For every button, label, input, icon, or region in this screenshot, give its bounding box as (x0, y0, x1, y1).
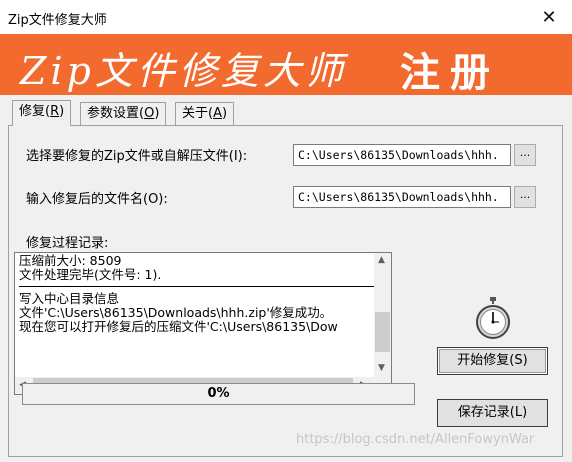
log-label: 修复过程记录: (26, 236, 109, 251)
title-bar: Zip文件修复大师 ✕ (0, 0, 572, 34)
scroll-up-icon[interactable]: ▲ (378, 255, 385, 265)
log-content: 压缩前大小: 8509 文件处理完毕(文件号: 1). 写入中心目录信息 文件'… (19, 254, 375, 376)
tab-label: 关于 (182, 106, 209, 121)
log-line: 压缩前大小: 8509 (19, 254, 122, 268)
save-log-button[interactable]: 保存记录(L) (437, 399, 548, 427)
stopwatch-icon (476, 297, 510, 339)
close-icon: ✕ (541, 6, 557, 28)
log-line: 现在您可以打开修复后的压缩文件'C:\Users\86135\Dow (19, 319, 338, 334)
source-browse-button[interactable]: ... (514, 144, 536, 166)
window-title: Zip文件修复大师 (8, 13, 107, 28)
tab-settings[interactable]: 参数设置(O) (80, 102, 167, 125)
log-textarea[interactable]: 压缩前大小: 8509 文件处理完毕(文件号: 1). 写入中心目录信息 文件'… (14, 252, 392, 395)
tab-about[interactable]: 关于(A) (175, 102, 235, 125)
banner-title: Zip文件修复大师 (20, 49, 347, 93)
dest-file-input[interactable]: C:\Users\86135\Downloads\hhh. (293, 186, 511, 208)
tab-accel: R (50, 104, 60, 119)
dest-file-label: 输入修复后的文件名(O): (26, 192, 168, 207)
source-file-input[interactable]: C:\Users\86135\Downloads\hhh. (293, 144, 511, 166)
close-button[interactable]: ✕ (526, 0, 572, 34)
dest-browse-button[interactable]: ... (514, 186, 536, 208)
scroll-thumb[interactable] (375, 312, 390, 352)
start-repair-button[interactable]: 开始修复(S) (437, 347, 548, 375)
log-separator (19, 286, 375, 287)
banner: Zip文件修复大师 注册 (0, 34, 572, 98)
source-file-label: 选择要修复的Zip文件或自解压文件(I): (26, 149, 248, 164)
progress-text: 0% (207, 386, 230, 401)
tab-accel: A (213, 106, 222, 121)
window-body: Zip文件修复大师 注册 修复(R) 参数设置(O) 关于(A) 选择要修复的Z… (0, 34, 572, 462)
watermark: https://blog.csdn.net/AllenFowynWar (296, 432, 535, 447)
register-link[interactable]: 注册 (400, 40, 500, 98)
scroll-down-icon[interactable]: ▼ (378, 363, 385, 373)
log-line: 文件'C:\Users\86135\Downloads\hhh.zip'修复成功… (19, 305, 333, 320)
tab-label: 修复 (19, 104, 46, 119)
log-vertical-scrollbar[interactable]: ▲ ▼ (374, 253, 391, 377)
log-line: 写入中心目录信息 (19, 291, 120, 306)
tab-label: 参数设置 (87, 106, 140, 121)
progress-bar: 0% (22, 383, 415, 405)
tab-repair[interactable]: 修复(R) (12, 100, 72, 126)
log-line: 文件处理完毕(文件号: 1). (19, 267, 162, 282)
tab-accel: O (144, 106, 155, 121)
